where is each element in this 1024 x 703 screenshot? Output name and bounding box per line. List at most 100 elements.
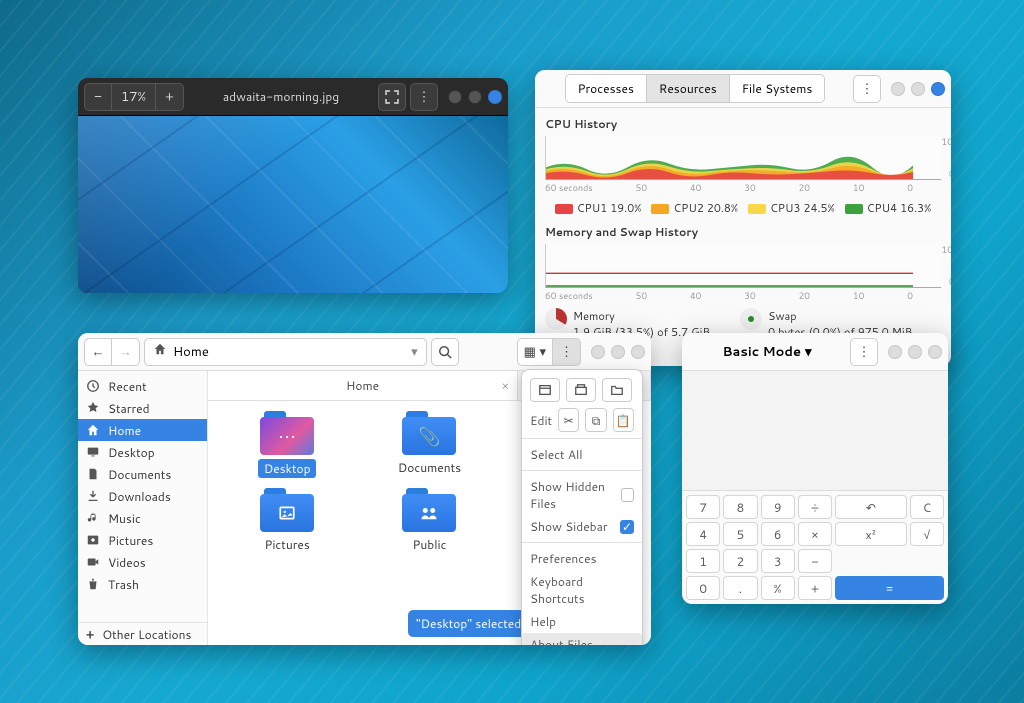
chevron-down-icon[interactable]: ▾ [411,343,418,361]
cut-button[interactable]: ✂ [558,408,579,432]
menu-preferences[interactable]: Preferences [530,547,634,570]
menu-about[interactable]: About Files [522,633,642,645]
close-button[interactable] [928,345,942,359]
copy-button[interactable]: ⧉ [585,408,606,432]
key-clear[interactable]: C [910,495,944,519]
maximize-button[interactable] [468,90,482,104]
files-sidebar: Recent Starred Home Desktop Documents Do… [78,371,208,645]
mode-selector[interactable]: Basic Mode▾ [722,343,811,361]
close-button[interactable] [488,90,502,104]
key-sq[interactable]: x² [835,522,907,546]
tab-filesystems[interactable]: File Systems [729,75,825,102]
hamburger-menu-icon[interactable]: ⋮ [850,338,878,366]
sidebar-item-desktop[interactable]: Desktop [78,441,207,463]
tab-resources[interactable]: Resources [646,75,729,102]
cpu-chart: 100 %0 % [545,136,941,180]
view-mode-button[interactable]: ▦ ▾ [517,338,553,366]
sidebar-item-trash[interactable]: Trash [78,573,207,595]
hamburger-menu-icon[interactable]: ⋮ [853,75,881,103]
minimize-button[interactable] [891,82,905,96]
memory-pie-icon [545,308,567,330]
menu-help[interactable]: Help [530,610,634,633]
fullscreen-icon[interactable] [378,83,406,111]
menu-show-hidden[interactable]: Show Hidden Files [530,475,634,515]
files-window: ← → Home ▾ ▦ ▾ ⋮ Recent Starred Home [78,333,651,645]
image-canvas [78,116,508,293]
close-button[interactable] [631,345,645,359]
zoom-in-button[interactable]: + [156,83,184,111]
key-k0[interactable]: 0 [686,576,720,600]
window-controls [591,345,645,359]
paste-button[interactable]: 📋 [613,408,634,432]
key-add[interactable]: + [798,576,832,600]
checkbox-on-icon[interactable]: ✓ [620,520,634,534]
sidebar-item-recent[interactable]: Recent [78,375,207,397]
minimize-button[interactable] [591,345,605,359]
calculator-display[interactable] [682,371,948,491]
key-k8[interactable]: 8 [723,495,757,519]
key-eq[interactable]: = [835,576,944,600]
system-monitor-window: Processes Resources File Systems ⋮ CPU H… [535,70,951,366]
image-title: adwaita-morning.jpg [188,88,374,105]
folder-desktop[interactable]: ⋯ Desktop [216,411,358,478]
maximize-button[interactable] [911,82,925,96]
menu-shortcuts[interactable]: Keyboard Shortcuts [530,570,634,610]
key-k7[interactable]: 7 [686,495,720,519]
key-k6[interactable]: 6 [761,522,795,546]
close-button[interactable] [931,82,945,96]
new-window-button[interactable] [530,378,560,402]
sidebar-item-documents[interactable]: Documents [78,463,207,485]
maximize-button[interactable] [908,345,922,359]
path-bar[interactable]: Home ▾ [144,338,427,366]
tab-processes[interactable]: Processes [566,75,646,102]
sidebar-item-starred[interactable]: Starred [78,397,207,419]
sidebar-item-home[interactable]: Home [78,419,207,441]
window-controls [448,90,502,104]
sidebar-item-downloads[interactable]: Downloads [78,485,207,507]
minimize-button[interactable] [448,90,462,104]
key-dot[interactable]: . [723,576,757,600]
home-icon [153,342,167,361]
new-folder-button[interactable] [602,378,632,402]
system-monitor-titlebar: Processes Resources File Systems ⋮ [535,70,951,108]
search-button[interactable] [431,338,459,366]
zoom-out-button[interactable]: − [84,83,112,111]
checkbox-off-icon[interactable] [621,488,634,502]
key-k2[interactable]: 2 [723,549,757,573]
key-k9[interactable]: 9 [761,495,795,519]
calculator-window: Basic Mode▾ ⋮ 789÷↶C456×x²√123−0.%+= // … [682,333,948,604]
hamburger-menu-button[interactable]: ⋮ [553,338,581,366]
key-sub[interactable]: − [798,549,832,573]
sidebar-item-pictures[interactable]: Pictures [78,529,207,551]
key-undo[interactable]: ↶ [835,495,907,519]
window-controls [891,82,945,96]
key-div[interactable]: ÷ [798,495,832,519]
key-mul[interactable]: × [798,522,832,546]
folder-documents[interactable]: 📎 Documents [358,411,500,478]
close-tab-icon[interactable]: × [501,377,509,394]
key-k5[interactable]: 5 [723,522,757,546]
key-sqrt[interactable]: √ [910,522,944,546]
new-tab-button[interactable] [566,378,596,402]
window-controls [888,345,942,359]
maximize-button[interactable] [611,345,625,359]
cpu-history-title: CPU History [545,116,941,132]
sidebar-item-music[interactable]: Music [78,507,207,529]
hamburger-menu-icon[interactable]: ⋮ [410,83,438,111]
files-titlebar: ← → Home ▾ ▦ ▾ ⋮ [78,333,651,371]
back-button[interactable]: ← [84,338,112,366]
key-k3[interactable]: 3 [761,549,795,573]
menu-select-all[interactable]: Select All [530,443,634,466]
folder-pictures[interactable]: Pictures [216,488,358,553]
forward-button[interactable]: → [112,338,140,366]
key-k1[interactable]: 1 [686,549,720,573]
folder-public[interactable]: Public [358,488,500,553]
tab-switcher: Processes Resources File Systems [565,74,826,103]
sidebar-item-other-locations[interactable]: +Other Locations [78,623,207,645]
sidebar-item-videos[interactable]: Videos [78,551,207,573]
key-k4[interactable]: 4 [686,522,720,546]
tab-home[interactable]: Home × [208,371,518,400]
minimize-button[interactable] [888,345,902,359]
key-pct[interactable]: % [761,576,795,600]
menu-show-sidebar[interactable]: Show Sidebar✓ [530,515,634,538]
